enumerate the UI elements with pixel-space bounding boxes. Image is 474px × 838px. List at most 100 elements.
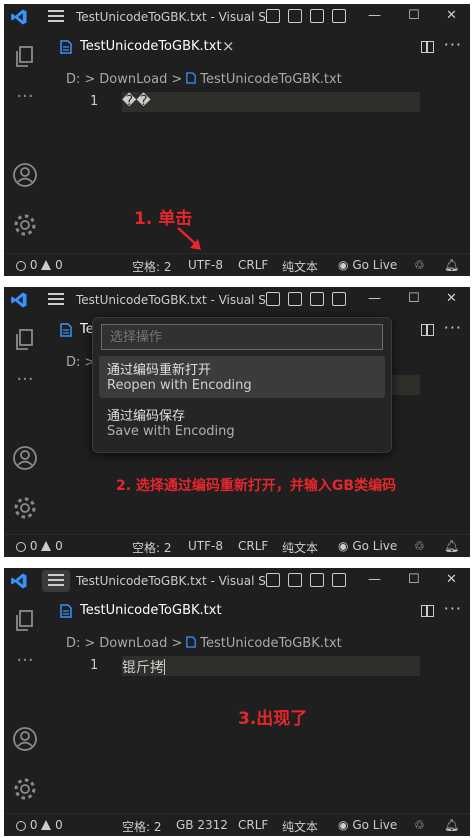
warning-icon [41,541,52,551]
annotation-arrow-icon [177,227,201,250]
activity-bar: ··· [4,594,46,814]
status-bar: 0 0 空格: 2 GB 2312 CRLF 纯文本 ◉ Go Live ♲ 🔔… [4,813,470,836]
indentation-status[interactable]: 空格: 2 [132,539,172,556]
maximize-button[interactable]: ☐ [408,291,420,306]
encoding-status[interactable]: UTF-8 [188,539,223,553]
accounts-icon[interactable] [12,726,38,752]
toggle-secondary-sidebar-icon[interactable] [310,292,324,306]
maximize-button[interactable]: ☐ [408,8,420,23]
indentation-status[interactable]: 空格: 2 [132,258,172,275]
toggle-panel-icon[interactable] [288,292,302,306]
close-tab-icon[interactable]: × [222,37,235,55]
toggle-panel-icon[interactable] [288,573,302,587]
feedback-icon[interactable]: ♲ [414,818,425,832]
palette-item-reopen-with-encoding[interactable]: 通过编码重新打开 Reopen with Encoding [99,356,385,398]
editor-text[interactable]: �� [122,93,151,109]
tab-testunicodetogbk[interactable]: TestUnicodeToGBK.txt × [46,30,236,64]
toggle-secondary-sidebar-icon[interactable] [310,573,324,587]
palette-item-save-with-encoding[interactable]: 通过编码保存 Save with Encoding [99,402,385,444]
customize-layout-icon[interactable] [332,292,346,306]
vscode-logo-icon [11,9,27,25]
settings-gear-icon[interactable] [12,495,38,521]
menu-icon[interactable] [48,10,64,22]
breadcrumb-drive[interactable]: D: [66,72,80,87]
go-live-button[interactable]: ◉ Go Live [338,539,397,553]
line-ending-status[interactable]: CRLF [238,818,268,832]
toggle-panel-icon[interactable] [288,9,302,23]
close-window-button[interactable]: ✕ [446,572,457,587]
title-bar: TestUnicodeToGBK.txt - Visual S... — ☐ ✕ [4,568,470,594]
window-title: TestUnicodeToGBK.txt - Visual S... [76,293,266,307]
explorer-icon[interactable] [12,608,38,634]
language-mode-status[interactable]: 纯文本 [282,258,318,275]
language-mode-status[interactable]: 纯文本 [282,818,318,835]
problems-indicator[interactable]: 0 0 [16,539,63,553]
maximize-button[interactable]: ☐ [408,572,420,587]
toggle-sidebar-icon[interactable] [266,292,280,306]
minimize-button[interactable]: — [368,572,381,587]
activity-bar: ··· [4,30,46,254]
feedback-icon[interactable]: ♲ [414,539,425,553]
explorer-icon[interactable] [12,327,38,353]
settings-gear-icon[interactable] [12,212,38,238]
palette-item-detail: Reopen with Encoding [107,378,252,393]
breadcrumb-folder[interactable]: DownLoad [99,72,167,87]
problems-indicator[interactable]: 0 0 [16,258,63,272]
more-views-icon[interactable]: ··· [12,369,38,395]
line-ending-status[interactable]: CRLF [238,258,268,272]
accounts-icon[interactable] [12,162,38,188]
more-actions-icon[interactable]: ··· [444,599,462,618]
breadcrumb-drive[interactable]: D: [66,636,80,651]
settings-gear-icon[interactable] [12,776,38,802]
accounts-icon[interactable] [12,445,38,471]
breadcrumb-folder[interactable]: DownLoad [99,636,167,651]
tab-testunicodetogbk[interactable]: TestUnicodeToGBK.txt [46,594,236,628]
split-editor-icon[interactable] [421,41,434,53]
menu-icon[interactable] [48,574,64,586]
line-number: 1 [90,658,99,673]
editor-text[interactable]: 锟斤拷 [122,657,165,677]
activity-bar: ··· [4,313,46,535]
text-cursor [164,659,165,675]
toggle-sidebar-icon[interactable] [266,9,280,23]
step-annotation: 2. 选择通过编码重新打开，并输入GB类编码 [116,478,397,494]
more-actions-icon[interactable]: ··· [444,35,462,54]
line-ending-status[interactable]: CRLF [238,539,268,553]
explorer-icon[interactable] [12,44,38,70]
command-palette-input[interactable] [101,324,383,350]
minimize-button[interactable]: — [368,291,381,306]
minimize-button[interactable]: — [368,8,381,23]
layout-controls [266,9,346,23]
breadcrumb-file[interactable]: TestUnicodeToGBK.txt [200,72,342,87]
more-views-icon[interactable]: ··· [12,86,38,112]
menu-icon[interactable] [48,293,64,305]
encoding-status[interactable]: UTF-8 [188,258,223,272]
feedback-icon[interactable]: ♲ [414,258,425,272]
more-actions-icon[interactable]: ··· [444,318,462,337]
toggle-secondary-sidebar-icon[interactable] [310,9,324,23]
notifications-bell-icon[interactable]: 🔔︎ [444,258,459,272]
indentation-status[interactable]: 空格: 2 [122,818,162,835]
customize-layout-icon[interactable] [332,9,346,23]
go-live-button[interactable]: ◉ Go Live [338,258,397,272]
split-editor-icon[interactable] [421,324,434,336]
breadcrumb-drive[interactable]: D: [66,355,80,370]
customize-layout-icon[interactable] [332,573,346,587]
breadcrumb-file[interactable]: TestUnicodeToGBK.txt [200,636,342,651]
close-window-button[interactable]: ✕ [446,8,457,23]
error-icon [16,542,26,552]
status-bar: 0 0 空格: 2 UTF-8 CRLF 纯文本 ◉ Go Live ♲ 🔔︎ [4,534,470,557]
go-live-button[interactable]: ◉ Go Live [338,818,397,832]
encoding-status[interactable]: GB 2312 [176,818,228,832]
more-views-icon[interactable]: ··· [12,650,38,676]
status-bar: 0 0 空格: 2 UTF-8 CRLF 纯文本 ◉ Go Live ♲ 🔔︎ [4,253,470,276]
palette-item-label: 通过编码保存 [107,409,186,424]
split-editor-icon[interactable] [421,605,434,617]
tab-label: TestUnicodeToGBK.txt [80,603,222,618]
notifications-bell-icon[interactable]: 🔔︎ [444,539,459,553]
toggle-sidebar-icon[interactable] [266,573,280,587]
close-window-button[interactable]: ✕ [446,291,457,306]
notifications-bell-icon[interactable]: 🔔︎ [444,818,459,832]
problems-indicator[interactable]: 0 0 [16,818,63,832]
language-mode-status[interactable]: 纯文本 [282,539,318,556]
